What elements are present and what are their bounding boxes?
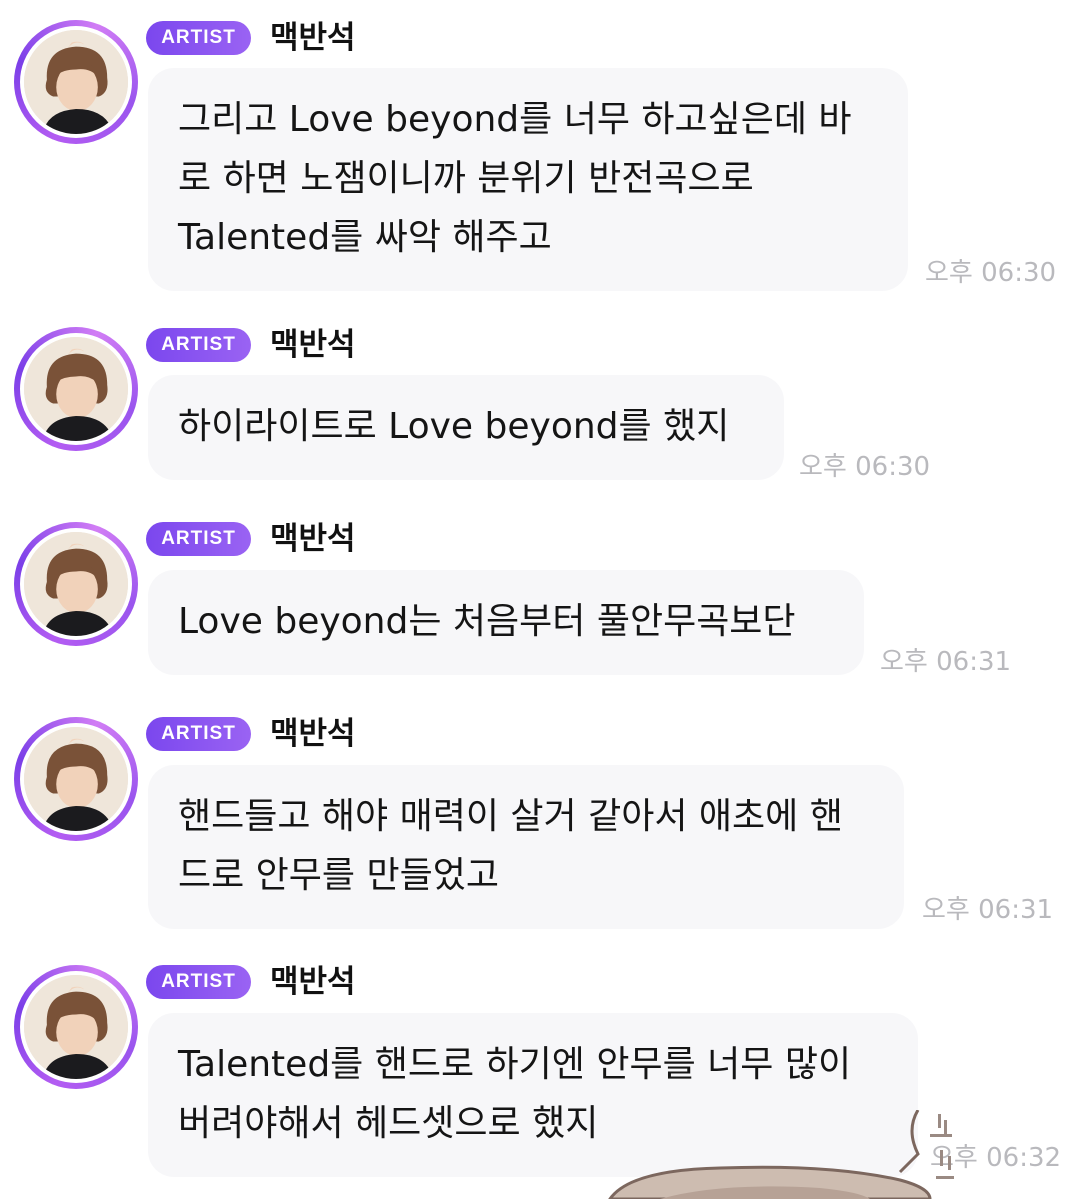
- sender-name: 맥반석: [270, 327, 356, 363]
- avatar[interactable]: [14, 965, 138, 1089]
- avatar[interactable]: [14, 327, 138, 451]
- timestamp: 오후 06:30: [925, 258, 1057, 288]
- artist-badge: ARTIST: [146, 328, 251, 362]
- artist-badge: ARTIST: [146, 522, 251, 556]
- message-bubble[interactable]: 핸드들고 해야 매력이 살거 같아서 애초에 핸 드로 안무를 만들었고: [148, 765, 904, 929]
- sticker-image[interactable]: [600, 1110, 1086, 1199]
- message-bubble[interactable]: Love beyond는 처음부터 풀안무곡보단: [148, 570, 864, 675]
- avatar[interactable]: [14, 522, 138, 646]
- avatar[interactable]: [14, 20, 138, 144]
- timestamp: 오후 06:30: [799, 452, 931, 482]
- timestamp: 오후 06:31: [922, 895, 1054, 925]
- sender-name: 맥반석: [270, 20, 356, 56]
- message-bubble[interactable]: 그리고 Love beyond를 너무 하고싶은데 바 로 하면 노잼이니까 분…: [148, 68, 908, 291]
- sender-name: 맥반석: [270, 716, 356, 752]
- sender-name: 맥반석: [270, 964, 356, 1000]
- message-bubble[interactable]: 하이라이트로 Love beyond를 했지: [148, 375, 784, 480]
- timestamp: 오후 06:31: [880, 647, 1012, 677]
- sender-name: 맥반석: [270, 521, 356, 557]
- artist-badge: ARTIST: [146, 717, 251, 751]
- avatar[interactable]: [14, 717, 138, 841]
- artist-badge: ARTIST: [146, 965, 251, 999]
- artist-badge: ARTIST: [146, 21, 251, 55]
